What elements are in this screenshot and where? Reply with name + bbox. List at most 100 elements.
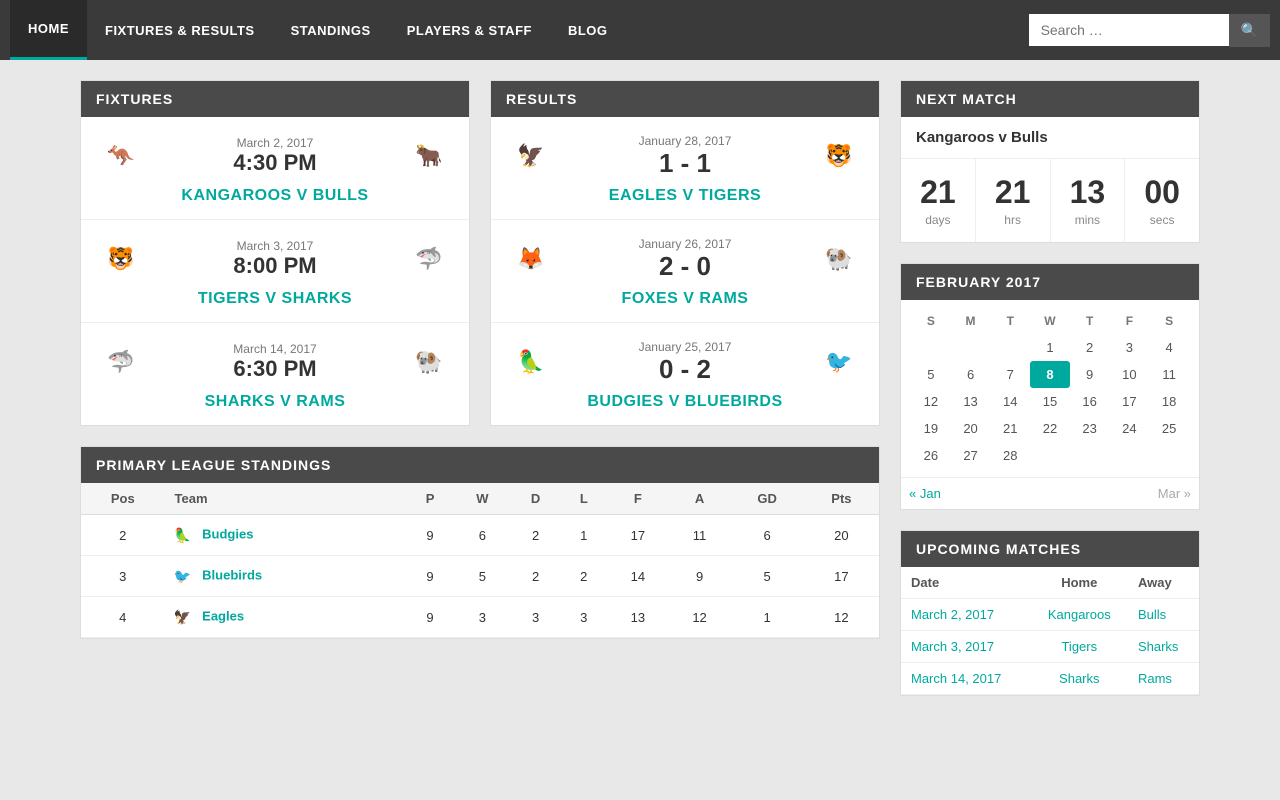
- standings-row: 4 🦅 Eagles 9 3 3 3 13 12 1 12: [81, 597, 879, 638]
- upcoming-date[interactable]: March 2, 2017: [901, 599, 1031, 631]
- countdown-hrs-label: hrs: [1004, 213, 1021, 227]
- upcoming-home-link[interactable]: Sharks: [1059, 671, 1099, 686]
- result-teams-row: 🦜 January 25, 2017 0 - 2 🐦: [506, 337, 864, 387]
- calendar-day[interactable]: 3: [1110, 334, 1150, 361]
- nav-links: HOME FIXTURES & RESULTS STANDINGS PLAYER…: [10, 0, 1029, 60]
- upcoming-date-link[interactable]: March 2, 2017: [911, 607, 994, 622]
- cell-team: 🦅 Eagles: [165, 597, 406, 638]
- cell-w: 6: [454, 515, 511, 556]
- calendar-day[interactable]: 10: [1110, 361, 1150, 388]
- calendar-week-row: 567891011: [911, 361, 1189, 388]
- upcoming-date[interactable]: March 3, 2017: [901, 631, 1031, 663]
- cell-a: 9: [669, 556, 731, 597]
- nav-players[interactable]: PLAYERS & STAFF: [389, 0, 550, 60]
- upcoming-row: March 2, 2017 Kangaroos Bulls: [901, 599, 1199, 631]
- cell-pts: 12: [804, 597, 879, 638]
- away-logo: 🦈: [404, 234, 454, 284]
- calendar-day[interactable]: 9: [1070, 361, 1110, 388]
- calendar-day[interactable]: 23: [1070, 415, 1110, 442]
- upcoming-date-link[interactable]: March 14, 2017: [911, 671, 1001, 686]
- calendar-week-row: 19202122232425: [911, 415, 1189, 442]
- team-logo: 🐦: [171, 564, 195, 588]
- away-logo: 🐂: [404, 131, 454, 181]
- search-button[interactable]: 🔍: [1229, 14, 1270, 47]
- upcoming-home[interactable]: Tigers: [1031, 631, 1128, 663]
- upcoming-home[interactable]: Kangaroos: [1031, 599, 1128, 631]
- cell-team: 🦜 Budgies: [165, 515, 406, 556]
- countdown-days: 21 days: [901, 159, 976, 242]
- calendar-day[interactable]: 13: [951, 388, 991, 415]
- cell-f: 13: [607, 597, 669, 638]
- calendar-day[interactable]: 16: [1070, 388, 1110, 415]
- result-score: 0 - 2: [556, 354, 814, 385]
- nav-standings[interactable]: STANDINGS: [273, 0, 389, 60]
- home-logo: 🦜: [506, 337, 556, 387]
- calendar-day[interactable]: 27: [951, 442, 991, 469]
- upcoming-away-link[interactable]: Rams: [1138, 671, 1172, 686]
- calendar-day[interactable]: 25: [1149, 415, 1189, 442]
- calendar-day[interactable]: 26: [911, 442, 951, 469]
- calendar-day[interactable]: 24: [1110, 415, 1150, 442]
- col-f: F: [607, 483, 669, 515]
- fixture-item: 🦘 March 2, 2017 4:30 PM 🐂 KANGAROOS V BU…: [81, 117, 469, 220]
- cell-p: 9: [406, 515, 454, 556]
- nav-fixtures[interactable]: FIXTURES & RESULTS: [87, 0, 273, 60]
- calendar-day[interactable]: 1: [1030, 334, 1070, 361]
- col-gd: GD: [730, 483, 803, 515]
- upcoming-date-link[interactable]: March 3, 2017: [911, 639, 994, 654]
- calendar-day[interactable]: 28: [990, 442, 1030, 469]
- calendar-day[interactable]: 11: [1149, 361, 1189, 388]
- countdown-mins: 13 mins: [1051, 159, 1126, 242]
- calendar-day[interactable]: 22: [1030, 415, 1070, 442]
- search-input[interactable]: [1029, 14, 1229, 46]
- calendar-day[interactable]: 19: [911, 415, 951, 442]
- calendar-day[interactable]: 2: [1070, 334, 1110, 361]
- upcoming-away[interactable]: Sharks: [1128, 631, 1199, 663]
- home-logo: 🐯: [96, 234, 146, 284]
- home-logo: 🦅: [506, 131, 556, 181]
- upcoming-home-link[interactable]: Tigers: [1061, 639, 1097, 654]
- upcoming-away-link[interactable]: Bulls: [1138, 607, 1166, 622]
- upcoming-away-link[interactable]: Sharks: [1138, 639, 1178, 654]
- cal-prev-btn[interactable]: « Jan: [901, 478, 1050, 509]
- calendar-day[interactable]: 15: [1030, 388, 1070, 415]
- upcoming-away[interactable]: Bulls: [1128, 599, 1199, 631]
- nav-home[interactable]: HOME: [10, 0, 87, 60]
- calendar-nav: « Jan Mar »: [901, 477, 1199, 509]
- calendar-day: [1149, 442, 1189, 469]
- team-link[interactable]: Budgies: [202, 526, 253, 541]
- calendar-day[interactable]: 12: [911, 388, 951, 415]
- calendar-day: [990, 334, 1030, 361]
- upcoming-table: Date Home Away March 2, 2017 Kangaroos B…: [901, 567, 1199, 695]
- result-item: 🦊 January 26, 2017 2 - 0 🐏 FOXES V RAMS: [491, 220, 879, 323]
- team-logo: 🦅: [171, 605, 195, 629]
- calendar-day[interactable]: 20: [951, 415, 991, 442]
- calendar-day[interactable]: 14: [990, 388, 1030, 415]
- calendar-day[interactable]: 18: [1149, 388, 1189, 415]
- calendar-day[interactable]: 5: [911, 361, 951, 388]
- upcoming-home-link[interactable]: Kangaroos: [1048, 607, 1111, 622]
- cell-d: 2: [511, 556, 561, 597]
- fixture-time: 8:00 PM: [146, 253, 404, 279]
- upcoming-date[interactable]: March 14, 2017: [901, 663, 1031, 695]
- result-date: January 28, 2017: [556, 134, 814, 148]
- cell-pts: 17: [804, 556, 879, 597]
- calendar-day[interactable]: 8: [1030, 361, 1070, 388]
- calendar-day[interactable]: 6: [951, 361, 991, 388]
- col-p: P: [406, 483, 454, 515]
- nav-blog[interactable]: BLOG: [550, 0, 626, 60]
- next-match-box: NEXT MATCH Kangaroos v Bulls 21 days 21 …: [900, 80, 1200, 243]
- calendar-day[interactable]: 7: [990, 361, 1030, 388]
- result-item: 🦅 January 28, 2017 1 - 1 🐯 EAGLES V TIGE…: [491, 117, 879, 220]
- upcoming-away[interactable]: Rams: [1128, 663, 1199, 695]
- calendar-day[interactable]: 4: [1149, 334, 1189, 361]
- team-link[interactable]: Bluebirds: [202, 567, 262, 582]
- upcoming-home[interactable]: Sharks: [1031, 663, 1128, 695]
- calendar-day[interactable]: 21: [990, 415, 1030, 442]
- cell-l: 3: [561, 597, 608, 638]
- team-link[interactable]: Eagles: [202, 608, 244, 623]
- calendar-day[interactable]: 17: [1110, 388, 1150, 415]
- navbar: HOME FIXTURES & RESULTS STANDINGS PLAYER…: [0, 0, 1280, 60]
- cal-next-btn[interactable]: Mar »: [1050, 478, 1199, 509]
- standings-row: 2 🦜 Budgies 9 6 2 1 17 11 6 20: [81, 515, 879, 556]
